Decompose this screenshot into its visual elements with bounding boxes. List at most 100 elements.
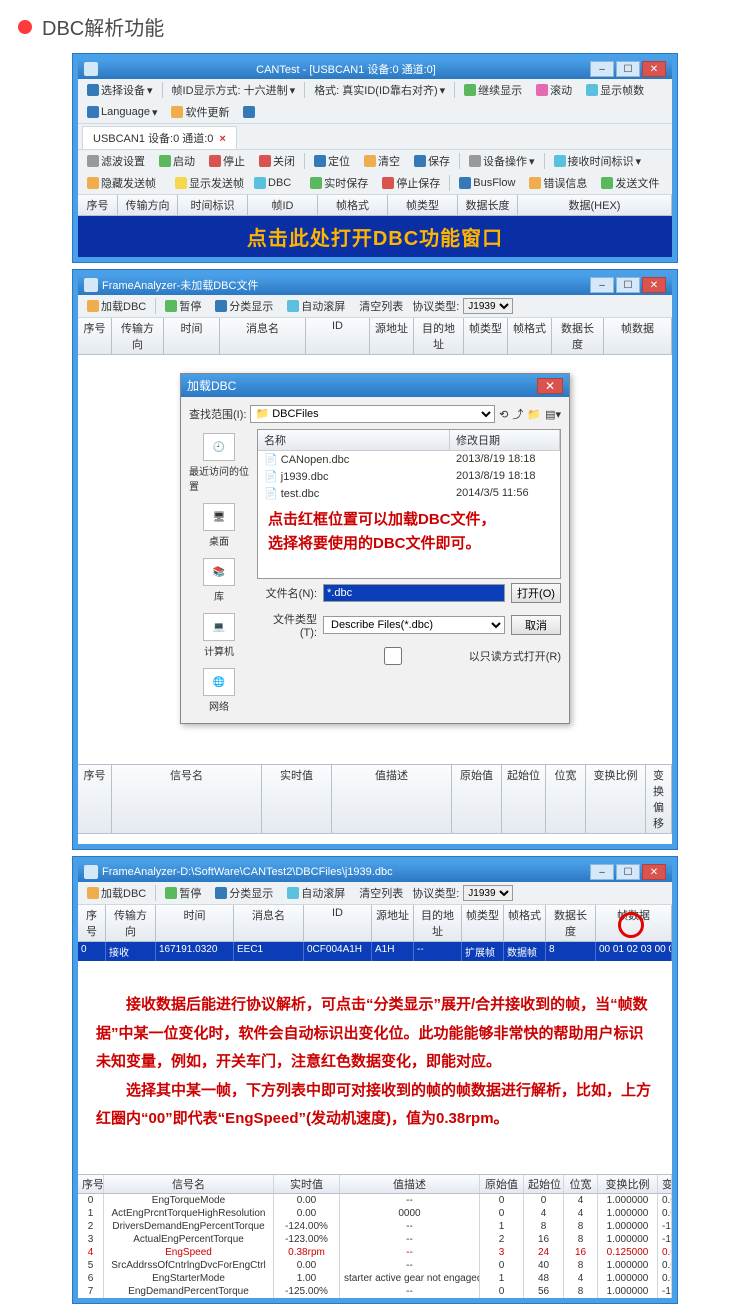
dbc-button[interactable]: DBC <box>250 174 295 192</box>
filename-input[interactable] <box>323 584 505 602</box>
autoscroll-button[interactable]: 自动滚屏 <box>282 884 350 902</box>
signal-row[interactable]: 5SrcAddrssOfCntrlngDvcForEngCtrl0.00--04… <box>78 1259 672 1272</box>
signal-row[interactable]: 4EngSpeed0.38rpm--324160.1250000.000000 <box>78 1246 672 1259</box>
autoscroll-button[interactable]: 自动滚屏 <box>282 297 350 315</box>
pause-button[interactable]: 暂停 <box>160 297 206 315</box>
signal-row[interactable]: 3ActualEngPercentTorque-123.00%--21681.0… <box>78 1233 672 1246</box>
stop-button[interactable]: 停止 <box>204 152 250 170</box>
filter-button[interactable]: 滤波设置 <box>82 152 150 170</box>
classify-button[interactable]: 分类显示 <box>210 884 278 902</box>
classify-button[interactable]: 分类显示 <box>210 297 278 315</box>
filename-label: 文件名(N): <box>257 585 317 601</box>
close-button[interactable]: ✕ <box>642 277 666 293</box>
place-desktop[interactable]: 🖥桌面 <box>203 503 235 548</box>
minimize-button[interactable]: – <box>590 277 614 293</box>
file-row[interactable]: 📄 CANopen.dbc2013/8/19 18:18 <box>258 451 560 468</box>
dialog-close-button[interactable]: ✕ <box>537 378 563 394</box>
place-recent[interactable]: 🕘最近访问的位置 <box>189 433 249 493</box>
minimize-button[interactable]: – <box>590 864 614 880</box>
readonly-checkbox[interactable] <box>323 647 463 665</box>
pause-button[interactable]: 暂停 <box>160 884 206 902</box>
signal-row[interactable]: 2DriversDemandEngPercentTorque-124.00%--… <box>78 1220 672 1233</box>
hide-tx-button[interactable]: 隐藏发送帧 <box>82 174 161 192</box>
rt-save-button[interactable]: 实时保存 <box>305 174 373 192</box>
scroll-button[interactable]: 滚动 <box>531 81 577 99</box>
view-icon[interactable]: ▤▾ <box>545 408 561 421</box>
maximize-button[interactable]: ☐ <box>616 864 640 880</box>
place-libraries[interactable]: 📚库 <box>203 558 235 603</box>
language-button[interactable]: Language▾ <box>82 103 162 121</box>
save-button[interactable]: 保存 <box>409 152 455 170</box>
clearlist-button[interactable]: 清空列表 <box>354 297 408 315</box>
col-type[interactable]: 帧类型 <box>388 195 458 215</box>
maximize-button[interactable]: ☐ <box>616 277 640 293</box>
open-button[interactable]: 打开(O) <box>511 583 561 603</box>
col-data[interactable]: 数据(HEX) <box>518 195 672 215</box>
look-select[interactable]: 📁 DBCFiles <box>250 405 495 423</box>
channel-tab[interactable]: USBCAN1 设备:0 通道:0× <box>82 126 237 149</box>
place-computer[interactable]: 💻计算机 <box>203 613 235 658</box>
recv-time-button[interactable]: 接收时间标识▾ <box>549 152 647 170</box>
newfolder-icon[interactable]: 📁 <box>527 408 541 421</box>
close2-button[interactable]: 关闭 <box>254 152 300 170</box>
stop-save-button[interactable]: 停止保存 <box>377 174 445 192</box>
select-device-button[interactable]: 选择设备▾ <box>82 81 158 99</box>
file-row[interactable]: 📄 j1939.dbc2013/8/19 18:18 <box>258 468 560 485</box>
frame-format-select[interactable]: 格式: 真实ID(ID靠右对齐) ▾ <box>309 81 450 99</box>
filecol-name[interactable]: 名称 <box>258 430 450 450</box>
signal-row[interactable]: 6EngStarterMode1.00starter active gear n… <box>78 1272 672 1285</box>
col-len[interactable]: 数据长度 <box>458 195 518 215</box>
load-dbc-button[interactable]: 加载DBC <box>82 297 151 315</box>
frame-count-button[interactable]: 显示帧数 <box>581 81 649 99</box>
cancel-button[interactable]: 取消 <box>511 615 561 635</box>
col-id[interactable]: 帧ID <box>248 195 318 215</box>
maximize-button[interactable]: ☐ <box>616 61 640 77</box>
proto-select[interactable]: J1939 <box>463 298 513 314</box>
dialog-title: 加载DBC <box>187 377 537 394</box>
close-tab-icon[interactable]: × <box>219 133 225 145</box>
dialog-tip: 点击红框位置可以加载DBC文件， 选择将要使用的DBC文件即可。 <box>258 502 560 562</box>
app-icon <box>84 865 98 879</box>
toolbar-2: 滤波设置 启动 停止 关闭 定位 清空 保存 设备操作▾ 接收时间标识▾ 隐藏发… <box>78 150 672 195</box>
id-format-select[interactable]: 帧ID显示方式: 十六进制 ▾ <box>167 81 301 99</box>
minimize-button[interactable]: – <box>590 61 614 77</box>
col-seq[interactable]: 序号 <box>78 195 118 215</box>
col-time[interactable]: 时间标识 <box>178 195 248 215</box>
signal-row[interactable]: 7EngDemandPercentTorque-125.00%--05681.0… <box>78 1285 672 1298</box>
window-title: FrameAnalyzer-D:\SoftWare\CANTest2\DBCFi… <box>102 866 590 878</box>
filetype-label: 文件类型(T): <box>257 611 317 639</box>
col-fmt[interactable]: 帧格式 <box>318 195 388 215</box>
load-dbc-button[interactable]: 加载DBC <box>82 884 151 902</box>
file-list[interactable]: 名称 修改日期 📄 CANopen.dbc2013/8/19 18:18📄 j1… <box>257 429 561 579</box>
filetype-select[interactable]: Describe Files(*.dbc) <box>323 616 505 634</box>
start-button[interactable]: 启动 <box>154 152 200 170</box>
up-icon[interactable]: ⤴ <box>512 406 523 422</box>
busflow-button[interactable]: BusFlow <box>454 174 520 192</box>
close-button[interactable]: ✕ <box>642 61 666 77</box>
update-button[interactable]: 软件更新 <box>166 103 234 121</box>
proto-select[interactable]: J1939 <box>463 885 513 901</box>
place-network[interactable]: 🌐网络 <box>203 668 235 713</box>
toolbar: 加载DBC 暂停 分类显示 自动滚屏 清空列表 协议类型: J1939 <box>78 882 672 905</box>
sendfile-button[interactable]: 发送文件 <box>596 174 664 192</box>
proto-label: 协议类型: <box>412 298 459 314</box>
clearlist-button[interactable]: 清空列表 <box>354 884 408 902</box>
close-button[interactable]: ✕ <box>642 864 666 880</box>
signal-row[interactable]: 1ActEngPrcntTorqueHighResolution0.000000… <box>78 1207 672 1220</box>
clear-button[interactable]: 清空 <box>359 152 405 170</box>
device-ops-button[interactable]: 设备操作▾ <box>464 152 540 170</box>
show-tx-button[interactable]: 显示发送帧 <box>171 174 248 192</box>
back-icon[interactable]: ⟲ <box>499 408 508 421</box>
continue-button[interactable]: 继续显示 <box>459 81 527 99</box>
col-dir[interactable]: 传输方向 <box>118 195 178 215</box>
locate-button[interactable]: 定位 <box>309 152 355 170</box>
titlebar: FrameAnalyzer-未加载DBC文件 – ☐ ✕ <box>78 275 672 295</box>
frame-row[interactable]: 0 接收 167191.0320 EEC1 0CF004A1H A1H -- 扩… <box>78 942 672 961</box>
errinfo-button[interactable]: 错误信息 <box>524 174 592 192</box>
file-row[interactable]: 📄 test.dbc2014/3/5 11:56 <box>258 485 560 502</box>
channel-tabs: USBCAN1 设备:0 通道:0× <box>78 124 672 150</box>
help-button[interactable] <box>238 103 260 121</box>
filecol-date[interactable]: 修改日期 <box>450 430 560 450</box>
proto-label: 协议类型: <box>412 885 459 901</box>
signal-row[interactable]: 0EngTorqueMode0.00--0041.0000000.000000 <box>78 1194 672 1207</box>
